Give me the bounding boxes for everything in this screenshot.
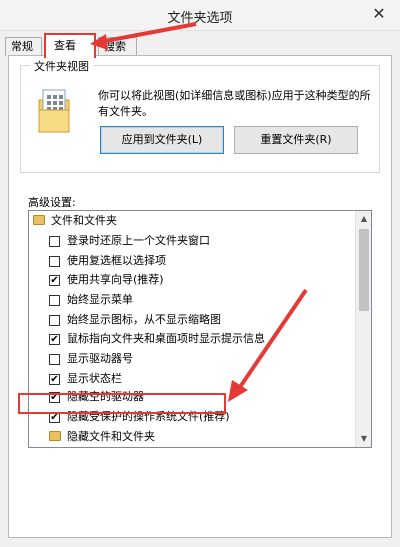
- checkbox[interactable]: ✔: [49, 275, 60, 286]
- list-item-label: 显示驱动器号: [67, 352, 133, 365]
- list-item-label: 使用复选框以选择项: [67, 254, 166, 267]
- tab-search[interactable]: 搜索: [98, 37, 137, 56]
- tab-bar: 常规 查看 搜索: [0, 31, 400, 58]
- checkbox[interactable]: ✔: [49, 374, 60, 385]
- list-item-label: 隐藏文件和文件夹: [67, 430, 155, 443]
- folder-icon: [49, 431, 61, 441]
- list-item-label: 使用共享向导(推荐): [67, 273, 164, 286]
- reset-folders-button[interactable]: 重置文件夹(R): [234, 126, 358, 154]
- window-title: 文件夹选项: [167, 11, 233, 26]
- list-item[interactable]: 始终显示菜单: [29, 290, 355, 309]
- list-item-label: 鼠标指向文件夹和桌面项时显示提示信息: [67, 332, 265, 345]
- checkbox[interactable]: [49, 295, 60, 306]
- checkbox[interactable]: [49, 315, 60, 326]
- list-item[interactable]: 登录时还原上一个文件夹窗口: [29, 231, 355, 250]
- list-item[interactable]: ✔ 显示状态栏: [29, 369, 355, 388]
- list-item-label: 不显示隐藏的文件、文件夹或驱动器: [83, 445, 259, 447]
- list-scrollbar[interactable]: ▲ ▼: [355, 211, 371, 447]
- list-item-label: 始终显示菜单: [67, 293, 133, 306]
- checkbox[interactable]: [49, 236, 60, 247]
- list-item: 隐藏文件和文件夹: [29, 427, 355, 446]
- list-item: 文件和文件夹: [29, 211, 355, 230]
- apply-to-folders-button[interactable]: 应用到文件夹(L): [100, 126, 224, 154]
- folder-views-description: 你可以将此视图(如详细信息或图标)应用于这种类型的所有文件夹。: [98, 89, 371, 118]
- checkbox[interactable]: [49, 256, 60, 267]
- title-bar: 文件夹选项 ✕: [0, 0, 400, 31]
- list-item-label: 登录时还原上一个文件夹窗口: [67, 234, 210, 247]
- checkbox[interactable]: ✔: [49, 334, 60, 345]
- scroll-thumb[interactable]: [359, 229, 369, 311]
- list-item[interactable]: 不显示隐藏的文件、文件夹或驱动器: [29, 445, 355, 447]
- folder-icon: [33, 215, 45, 225]
- list-item-label: 始终显示图标，从不显示缩略图: [67, 313, 221, 326]
- folder-views-legend: 文件夹视图: [30, 58, 93, 74]
- list-item-label: 显示状态栏: [67, 372, 122, 385]
- list-item-label: 文件和文件夹: [51, 214, 117, 227]
- advanced-settings-label: 高级设置:: [28, 196, 76, 209]
- tab-view[interactable]: 查看: [44, 33, 96, 58]
- list-item[interactable]: 始终显示图标，从不显示缩略图: [29, 310, 355, 329]
- list-item[interactable]: 使用复选框以选择项: [29, 251, 355, 270]
- scroll-up-icon[interactable]: ▲: [356, 211, 372, 227]
- list-item[interactable]: ✔ 鼠标指向文件夹和桌面项时显示提示信息: [29, 329, 355, 348]
- folder-view-icon: [38, 89, 70, 133]
- scroll-down-icon[interactable]: ▼: [356, 431, 372, 447]
- list-item[interactable]: 显示驱动器号: [29, 349, 355, 368]
- checkbox[interactable]: [49, 354, 60, 365]
- highlight-box: [18, 393, 226, 414]
- close-icon[interactable]: ✕: [365, 3, 393, 25]
- tab-general[interactable]: 常规: [5, 37, 42, 56]
- list-item[interactable]: ✔ 使用共享向导(推荐): [29, 270, 355, 289]
